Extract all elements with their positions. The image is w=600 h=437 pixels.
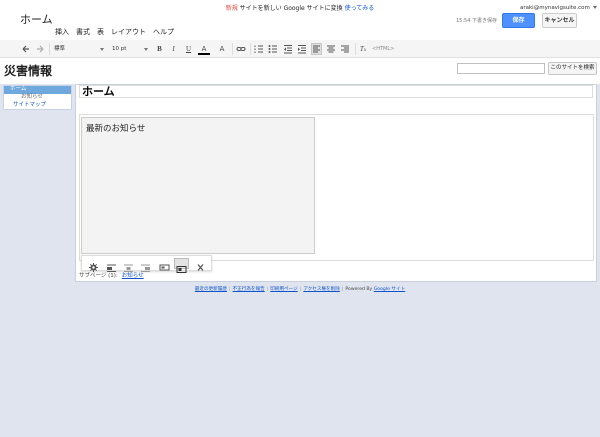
align-right-icon[interactable] xyxy=(340,43,350,55)
gadget-title: 最新のお知らせ xyxy=(86,124,146,134)
align-left-icon[interactable] xyxy=(311,43,322,55)
menu-format[interactable]: 書式 xyxy=(76,27,90,37)
toolbar-divider xyxy=(232,43,233,55)
outdent-icon[interactable] xyxy=(283,43,293,55)
save-status: 15:54 下書き保存 xyxy=(456,18,497,24)
highlight-color-icon: A xyxy=(219,45,225,53)
site-footer: 最近の更新履歴 | 不正行為を報告 | 印刷用ページ | アクセス権を削除 | Powered … xyxy=(194,287,406,292)
bold-button[interactable]: B xyxy=(155,43,164,55)
toolbar-divider xyxy=(355,43,356,55)
chevron-down-icon xyxy=(100,48,104,51)
font-size-label: 10 pt xyxy=(112,46,127,52)
text-color-icon: A xyxy=(201,45,207,53)
clear-format-icon[interactable]: Tx xyxy=(358,43,368,55)
remove-access-link[interactable]: アクセス権を削除 xyxy=(303,287,340,292)
bulleted-list-icon[interactable] xyxy=(268,43,278,55)
site-search-button[interactable]: このサイトを検索 xyxy=(548,62,597,75)
numbered-list-icon[interactable] xyxy=(254,43,264,55)
wrap-off-icon[interactable] xyxy=(157,258,172,271)
sidebar-item-sitemap[interactable]: サイトマップ xyxy=(4,102,71,110)
gadget-toolbar xyxy=(81,255,212,273)
editor-toolbar: 標準 10 pt B I U A A Tx <HTML> xyxy=(0,40,600,58)
subpages-line: サブページ (1): お知らせ xyxy=(79,271,144,279)
try-it-link[interactable]: 使ってみる xyxy=(345,5,375,12)
site-title: 災害情報 xyxy=(4,64,53,78)
print-page-link[interactable]: 印刷用ページ xyxy=(270,287,297,292)
indent-icon[interactable] xyxy=(297,43,307,55)
redo-icon[interactable] xyxy=(35,43,45,55)
recent-posts-gadget[interactable] xyxy=(81,117,315,254)
user-email: araki@mynavigsuite.com xyxy=(520,5,590,11)
page-title-input[interactable]: ホーム xyxy=(79,85,593,98)
notice-text: サイトを新しい Google サイトに変換 xyxy=(239,5,343,12)
document-title: ホーム xyxy=(20,13,53,26)
site-search-input[interactable] xyxy=(457,63,545,74)
wrap-on-icon[interactable] xyxy=(174,258,189,273)
sidebar-item-home[interactable]: ホーム xyxy=(4,86,71,94)
align-left-icon[interactable] xyxy=(104,258,119,272)
conversion-notice: 新規 サイトを新しい Google サイトに変換 使ってみる xyxy=(0,3,600,12)
powered-by-label: Powered By xyxy=(345,287,373,292)
report-abuse-link[interactable]: 不正行為を報告 xyxy=(233,287,265,292)
italic-button[interactable]: I xyxy=(169,43,178,55)
font-size-dropdown[interactable]: 10 pt xyxy=(112,44,148,54)
sidebar-navigation: ホーム お知らせ サイトマップ xyxy=(3,85,72,110)
highlight-color-button[interactable]: A xyxy=(216,43,228,55)
sidebar-item-news[interactable]: お知らせ xyxy=(4,94,71,102)
align-center-icon[interactable] xyxy=(121,258,136,272)
subpages-label: サブページ (1): xyxy=(79,273,118,279)
cancel-button[interactable]: キャンセル xyxy=(542,13,577,28)
menu-insert[interactable]: 挿入 xyxy=(55,27,69,37)
style-dropdown[interactable]: 標準 xyxy=(54,44,104,54)
undo-icon[interactable] xyxy=(21,43,31,55)
recent-activity-link[interactable]: 最近の更新履歴 xyxy=(195,287,227,292)
toolbar-divider xyxy=(49,43,50,55)
style-label: 標準 xyxy=(54,46,66,52)
chevron-down-icon xyxy=(144,48,148,51)
toolbar-divider xyxy=(250,43,251,55)
user-account[interactable]: araki@mynavigsuite.com xyxy=(520,5,597,11)
menu-layout[interactable]: レイアウト xyxy=(111,27,146,37)
text-color-button[interactable]: A xyxy=(198,43,210,55)
save-button[interactable]: 保存 xyxy=(502,13,535,28)
gear-icon[interactable] xyxy=(86,258,101,272)
html-button[interactable]: <HTML> xyxy=(372,43,394,55)
new-badge: 新規 xyxy=(225,5,238,12)
menu-help[interactable]: ヘルプ xyxy=(153,27,174,37)
close-icon[interactable] xyxy=(193,258,208,271)
underline-button[interactable]: U xyxy=(184,43,193,55)
menu-table[interactable]: 表 xyxy=(97,27,104,37)
subpage-link-news[interactable]: お知らせ xyxy=(122,273,144,279)
menu-bar: 挿入 書式 表 レイアウト ヘルプ xyxy=(55,27,174,37)
align-right-icon[interactable] xyxy=(138,258,153,272)
align-center-icon[interactable] xyxy=(326,43,336,55)
link-icon[interactable] xyxy=(236,43,246,55)
chevron-down-icon xyxy=(592,6,597,9)
google-sites-link[interactable]: Google サイト xyxy=(374,287,405,292)
